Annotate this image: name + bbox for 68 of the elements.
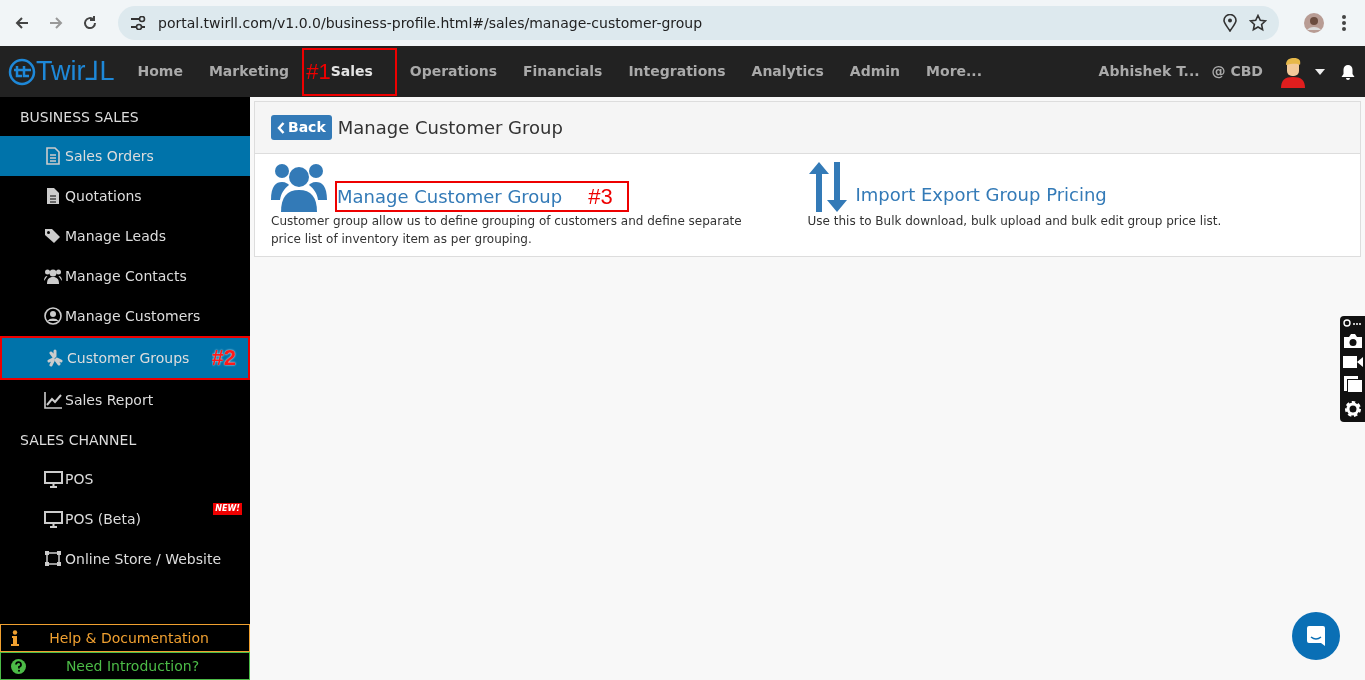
sidebar-item[interactable]: Manage Contacts [0, 256, 250, 296]
tile-link[interactable]: Import Export Group Pricing [855, 181, 1107, 208]
nav-link[interactable]: Integrations [615, 55, 739, 88]
users-icon [44, 267, 63, 285]
line-chart-icon [44, 391, 63, 409]
url-text: portal.twirll.com/v1.0.0/business-profile.html#/sales/manage-customer-group [158, 13, 704, 33]
logo-icon[interactable] [8, 57, 36, 86]
sidebar-item[interactable]: Manage Customers [0, 296, 250, 336]
new-badge: NEW! [213, 503, 242, 515]
callout-label: #3 [588, 185, 613, 208]
nav-link[interactable]: Analytics [738, 55, 837, 88]
tile-description: Customer group allow us to define grouping of customers and define separate price list of inventory item as per grouping. [271, 213, 743, 248]
camera-icon[interactable] [1342, 333, 1363, 349]
settings-icon[interactable] [1342, 399, 1363, 419]
logo-text[interactable]: Twir⅃L [36, 51, 115, 92]
nav-link[interactable]: More... [913, 55, 995, 88]
users-icon [271, 162, 327, 212]
introduction-link[interactable]: Need Introduction? [0, 652, 250, 680]
sidebar-item[interactable]: Customer Groups [2, 338, 212, 378]
video-camera-icon[interactable] [1342, 355, 1363, 369]
windows-icon[interactable] [1342, 375, 1363, 393]
tile-description: Use this to Bulk download, bulk upload and bulk edit group price list. [807, 213, 1223, 230]
help-link[interactable]: Help & Documentation [0, 624, 250, 652]
sidebar-item[interactable]: POS (Beta) NEW! [0, 499, 250, 539]
sidebar-item[interactable]: Quotations [0, 176, 250, 216]
nav-link[interactable]: Admin [836, 55, 914, 88]
nav-link[interactable]: Financials [510, 55, 616, 88]
callout-label: #2 [211, 338, 248, 378]
nav-link[interactable]: Sales [330, 55, 395, 88]
callout-label: #1 [306, 60, 331, 83]
nav-link[interactable]: Operations [396, 55, 510, 88]
chat-button[interactable] [1292, 612, 1340, 660]
profile-avatar-icon[interactable] [1303, 12, 1325, 34]
user-name[interactable]: Abhishek T... [1098, 61, 1200, 82]
sidebar-item[interactable]: POS [0, 459, 250, 499]
section-heading: SALES CHANNEL [19, 431, 138, 450]
up-down-arrows-icon [807, 162, 848, 212]
help-icon [11, 658, 26, 674]
business-name[interactable]: @ CBD [1211, 61, 1263, 82]
monitor-icon [44, 510, 63, 528]
section-heading: BUSINESS SALES [19, 108, 140, 127]
sidebar-item[interactable]: Sales Orders [0, 136, 250, 176]
sidebar-item[interactable]: Online Store / Website [0, 539, 250, 579]
nav-link[interactable]: Home [124, 55, 196, 88]
user-circle-icon [44, 307, 63, 325]
address-bar[interactable]: portal.twirll.com/v1.0.0/business-profile.html#/sales/manage-customer-group [118, 6, 1279, 40]
tile-link[interactable]: Manage Customer Group [337, 183, 563, 210]
link-more-icon[interactable] [1342, 319, 1363, 327]
menu-icon[interactable] [1341, 14, 1347, 32]
asterisk-icon [46, 349, 65, 367]
document-icon [44, 147, 63, 165]
page-title: Manage Customer Group [337, 116, 563, 140]
tag-icon [44, 227, 63, 245]
notification-bell-icon[interactable] [1341, 63, 1355, 80]
chevron-left-icon [277, 121, 285, 134]
nav-link[interactable]: Marketing [195, 55, 303, 88]
sidebar-item[interactable]: Manage Leads [0, 216, 250, 256]
location-pin-icon[interactable] [1223, 14, 1237, 32]
monitor-icon [44, 470, 63, 488]
sidebar-item[interactable]: Sales Report [0, 380, 250, 420]
network-icon [44, 550, 63, 568]
caret-icon[interactable] [1315, 68, 1325, 75]
info-icon [11, 630, 19, 646]
chat-icon [1306, 625, 1326, 647]
back-button[interactable]: Back [271, 115, 332, 140]
user-avatar-icon[interactable] [1279, 55, 1307, 88]
site-settings-icon[interactable] [130, 16, 146, 30]
star-icon[interactable] [1249, 14, 1267, 32]
